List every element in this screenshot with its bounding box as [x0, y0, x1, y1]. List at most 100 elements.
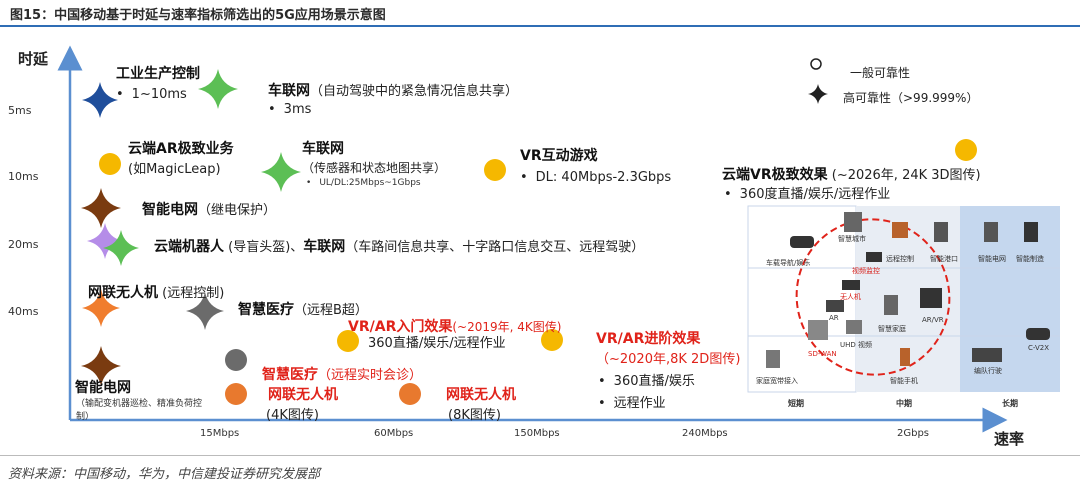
x-tick-label: 15Mbps	[200, 428, 240, 439]
inset-label-video-surveillance: 视频监控	[852, 267, 880, 275]
data-point-p16	[225, 383, 247, 405]
label-v2x-b-detail: （传感器和状态地图共享）	[302, 161, 447, 175]
label-arvr-adv-detail1: 360直播/娱乐	[598, 374, 695, 390]
inset-label-sdwan: SD-WAN	[808, 350, 837, 358]
camera-icon	[866, 252, 882, 262]
label-vr-cloud: 云端VR极致效果 (~2026年, 24K 3D图传)	[722, 164, 981, 185]
label-robot-detail2: （车路间信息共享、十字路口信息交互、远程驾驶）	[345, 240, 645, 255]
label-arvr-adv-period: （~2020年,8K 2D图传)	[596, 352, 741, 367]
label-v2x-b-name: 车联网	[302, 141, 344, 157]
car-icon	[790, 236, 814, 248]
sdwan-icon	[808, 320, 828, 340]
label-vr-game-detail: DL: 40Mbps-2.3Gbps	[520, 170, 672, 186]
data-point-p15	[225, 349, 247, 371]
legend-high-marker	[808, 84, 828, 104]
label-drone-4k-name: 网联无人机	[268, 387, 338, 403]
convoy-icon	[972, 348, 1002, 362]
legend-high-label: 高可靠性（>99.999%）	[843, 91, 979, 105]
drone-icon	[842, 280, 860, 290]
data-point-p7	[81, 188, 121, 228]
x-tick-label: 2Gbps	[897, 428, 930, 439]
label-medical-b: 智慧医疗（远程实时会诊）	[262, 364, 422, 385]
label-v2x-a-name: 车联网	[268, 83, 310, 99]
label-arvr-entry: VR/AR入门效果(~2019年, 4K图传)	[348, 316, 561, 337]
label-vr-game-name: VR互动游戏	[520, 148, 598, 164]
smartphone-icon	[900, 348, 910, 366]
label-drone-8k-name: 网联无人机	[446, 387, 516, 403]
x-axis-title: 速率	[994, 430, 1025, 448]
source-note: 资料来源：中国移动，华为，中信建投证券研究发展部	[8, 467, 321, 482]
label-arvr-adv-name: VR/AR进阶效果	[596, 331, 701, 347]
data-point-p2	[198, 69, 238, 109]
label-vr-cloud-period: (~2026年, 24K 3D图传)	[827, 168, 981, 183]
inset-label-ar: AR	[829, 314, 839, 322]
data-point-p6	[955, 139, 977, 161]
label-drone-name: 网联无人机	[88, 285, 158, 301]
grid-icon	[984, 222, 998, 242]
y-tick-label: 10ms	[8, 170, 39, 183]
y-axis-title: 时延	[18, 50, 49, 68]
house-icon	[766, 350, 780, 368]
inset-period-long: 长期	[1002, 399, 1018, 408]
data-point-p17	[399, 383, 421, 405]
inset-label-smart-city: 智慧城市	[838, 235, 866, 243]
label-v2x-a-detail: （自动驾驶中的紧急情况信息共享）	[310, 84, 519, 99]
inset-label-arvr: AR/VR	[922, 316, 944, 324]
label-medical-a-name: 智慧医疗	[238, 302, 294, 318]
inset-label-home-broadband: 家庭宽带接入	[756, 377, 798, 385]
label-grid-name: 智能电网	[142, 202, 198, 218]
label-grid-detail: （继电保护）	[198, 203, 277, 218]
inset-label-car-nav: 车载导航/娱乐	[766, 259, 811, 267]
data-point-p4	[261, 152, 301, 192]
vr-headset-icon	[920, 288, 942, 308]
label-grid-b-name: 智能电网	[75, 380, 131, 396]
inset-label-smartphone: 智能手机	[890, 377, 918, 385]
x-tick-label: 240Mbps	[682, 428, 728, 439]
data-point-p3	[99, 153, 121, 175]
label-v2x-b-sub: UL/DL:25Mbps~1Gbps	[306, 178, 420, 189]
label-arvr-entry-name: VR/AR入门效果	[348, 319, 453, 335]
port-icon	[934, 222, 948, 242]
inset-label-drone: 无人机	[840, 293, 861, 301]
legend-normal-marker	[810, 58, 822, 70]
label-grid-b-detail: （输配变机器巡检、精准负荷控	[76, 399, 203, 409]
inset-period-mid: 中期	[896, 399, 912, 408]
label-grid-b-detail-b: 制）	[76, 412, 95, 422]
inset-long-bg	[960, 206, 1060, 392]
label-industrial-detail: 1~10ms	[116, 87, 187, 103]
label-drone-detail: (远程控制)	[158, 286, 225, 301]
label-robot: 云端机器人 (导盲头盔)、车联网（车路间信息共享、十字路口信息交互、远程驾驶）	[154, 236, 644, 257]
label-robot-name: 云端机器人	[154, 239, 224, 255]
data-point-p5	[484, 159, 506, 181]
label-drone-8k-detail: (8K图传)	[448, 408, 501, 423]
y-tick-label: 20ms	[8, 238, 39, 251]
label-v2x-a: 车联网（自动驾驶中的紧急情况信息共享）	[268, 80, 518, 101]
data-point-p1	[82, 82, 118, 118]
inset-label-smart-manufacturing: 智能制造	[1016, 255, 1044, 263]
inset-label-smart-home: 智慧家庭	[878, 325, 906, 333]
x-tick-label: 150Mbps	[514, 428, 560, 439]
label-arvr-entry-detail: 360直播/娱乐/远程作业	[368, 336, 506, 351]
label-medical-b-detail: （远程实时会诊）	[318, 368, 423, 383]
inset-label-cv2x: C-V2X	[1028, 344, 1050, 352]
label-ar-cloud-detail: (如MagicLeap)	[128, 162, 221, 177]
city-icon	[844, 212, 862, 232]
inset-label-remote-control: 远程控制	[886, 255, 914, 263]
label-grid: 智能电网（继电保护）	[142, 199, 276, 220]
x-tick-label: 60Mbps	[374, 428, 414, 439]
label-vr-cloud-detail: 360度直播/娱乐/远程作业	[724, 187, 891, 203]
label-drone-4k-detail: (4K图传)	[266, 408, 319, 423]
legend-normal-label: 一般可靠性	[850, 66, 911, 80]
y-tick-label: 5ms	[8, 104, 32, 117]
home-icon	[884, 295, 898, 315]
label-medical-b-name: 智慧医疗	[262, 367, 318, 383]
footer-rule	[0, 455, 1080, 456]
label-ar-cloud-name: 云端AR极致业务	[128, 141, 234, 157]
inset-diagram	[747, 205, 1060, 393]
label-industrial-name: 工业生产控制	[116, 66, 200, 82]
label-v2x-a-value: 3ms	[268, 102, 312, 118]
inset-period-short: 短期	[788, 399, 804, 408]
robot-arm-icon	[1024, 222, 1038, 242]
label-vr-cloud-name: 云端VR极致效果	[722, 167, 828, 183]
remote-control-icon	[892, 222, 908, 238]
